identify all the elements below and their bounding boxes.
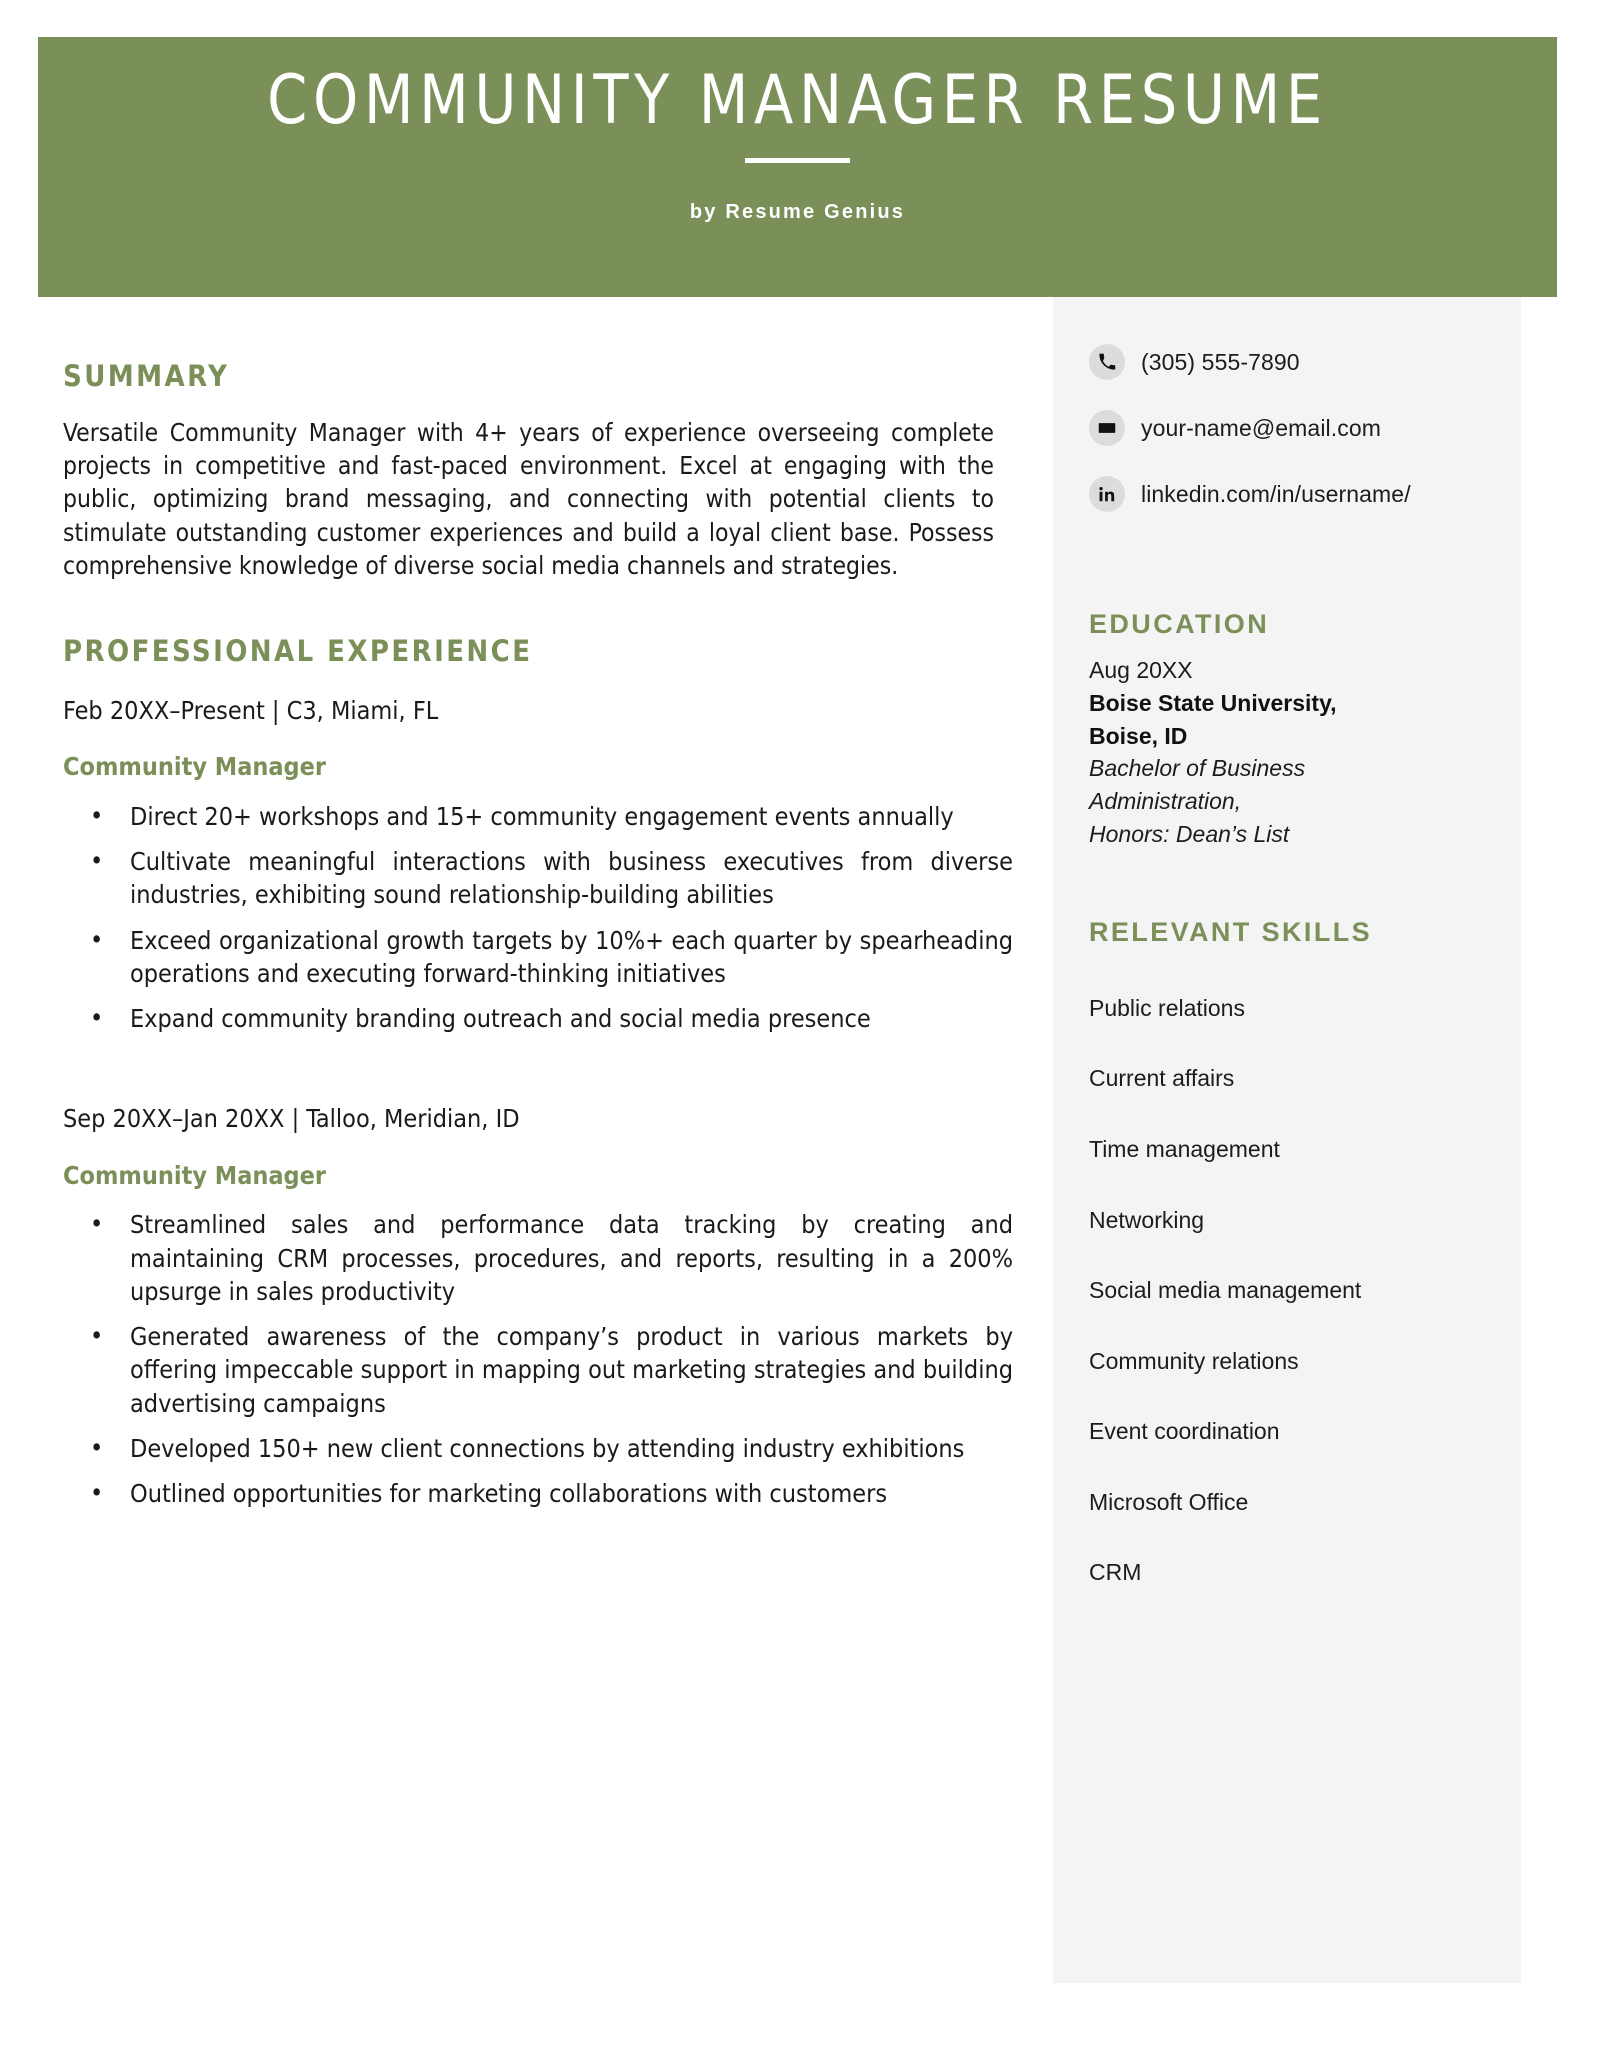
bullet-item: Direct 20+ workshops and 15+ community e… <box>63 799 1013 833</box>
education-degree: Bachelor of Business <box>1089 755 1306 782</box>
contact-linkedin: linkedin.com/in/username/ <box>1089 476 1485 512</box>
page-title: COMMUNITY MANAGER RESUME <box>267 61 1328 140</box>
education-degree-cont: Administration, <box>1089 788 1242 815</box>
skill-item: Microsoft Office <box>1089 1488 1249 1515</box>
experience-bullets: Streamlined sales and performance data t… <box>63 1207 1013 1510</box>
education-date: Aug 20XX <box>1089 657 1193 684</box>
contact-linkedin-value: linkedin.com/in/username/ <box>1141 480 1411 507</box>
email-icon <box>1089 410 1125 446</box>
education-school-location: Boise, ID <box>1089 722 1188 749</box>
skill-item: Current affairs <box>1089 1065 1235 1092</box>
contact-email: your-name@email.com <box>1089 410 1485 446</box>
contact-phone: (305) 555-7890 <box>1089 344 1485 380</box>
skill-item: CRM <box>1089 1559 1142 1586</box>
experience-meta: Sep 20XX–Jan 20XX | Talloo, Meridian, ID <box>63 1104 520 1134</box>
linkedin-icon <box>1089 476 1125 512</box>
skills-list: Public relations Current affairs Time ma… <box>1089 995 1485 1587</box>
resume-page: COMMUNITY MANAGER RESUME by Resume Geniu… <box>0 0 1600 2071</box>
bullet-item: Exceed organizational growth targets by … <box>63 923 1013 991</box>
bullet-item: Developed 150+ new client connections by… <box>63 1431 1013 1465</box>
resume-header-band: COMMUNITY MANAGER RESUME by Resume Geniu… <box>38 37 1557 297</box>
experience-bullets: Direct 20+ workshops and 15+ community e… <box>63 799 1013 1036</box>
bullet-item: Streamlined sales and performance data t… <box>63 1207 1013 1308</box>
education-heading: EDUCATION <box>1089 609 1270 639</box>
experience-role: Community Manager <box>63 1160 327 1190</box>
education-honors: Honors: Dean’s List <box>1089 820 1290 847</box>
experience-heading: PROFESSIONAL EXPERIENCE <box>63 634 533 669</box>
contact-list: (305) 555-7890 your-name@email.com linke… <box>1089 344 1485 512</box>
skills-heading: RELEVANT SKILLS <box>1089 917 1373 948</box>
sidebar: (305) 555-7890 your-name@email.com linke… <box>1053 297 1521 1983</box>
skill-item: Public relations <box>1089 994 1245 1021</box>
education-school: Boise State University, <box>1089 690 1337 717</box>
summary-text: Versatile Community Manager with 4+ year… <box>63 417 994 580</box>
bullet-item: Cultivate meaningful interactions with b… <box>63 844 1013 912</box>
experience-meta: Feb 20XX–Present | C3, Miami, FL <box>63 695 439 725</box>
experience-entry: Sep 20XX–Jan 20XX | Talloo, Meridian, ID… <box>63 1103 1013 1510</box>
bullet-item: Outlined opportunities for marketing col… <box>63 1476 1013 1510</box>
main-column: SUMMARY Versatile Community Manager with… <box>63 297 1013 1522</box>
education-entry: Aug 20XX Boise State University, Boise, … <box>1089 654 1485 850</box>
experience-role: Community Manager <box>63 752 327 782</box>
bullet-item: Generated awareness of the company’s pro… <box>63 1319 1013 1420</box>
experience-entry: Feb 20XX–Present | C3, Miami, FL Communi… <box>63 695 1013 1036</box>
contact-phone-value: (305) 555-7890 <box>1141 348 1300 375</box>
summary-heading: SUMMARY <box>63 359 230 393</box>
byline: by Resume Genius <box>689 201 906 224</box>
skill-item: Event coordination <box>1089 1418 1280 1445</box>
skill-item: Community relations <box>1089 1347 1299 1374</box>
bullet-item: Expand community branding outreach and s… <box>63 1001 1013 1035</box>
skill-item: Networking <box>1089 1206 1205 1233</box>
skill-item: Social media management <box>1089 1277 1362 1304</box>
phone-icon <box>1089 344 1125 380</box>
contact-email-value: your-name@email.com <box>1141 414 1381 441</box>
skill-item: Time management <box>1089 1135 1280 1162</box>
